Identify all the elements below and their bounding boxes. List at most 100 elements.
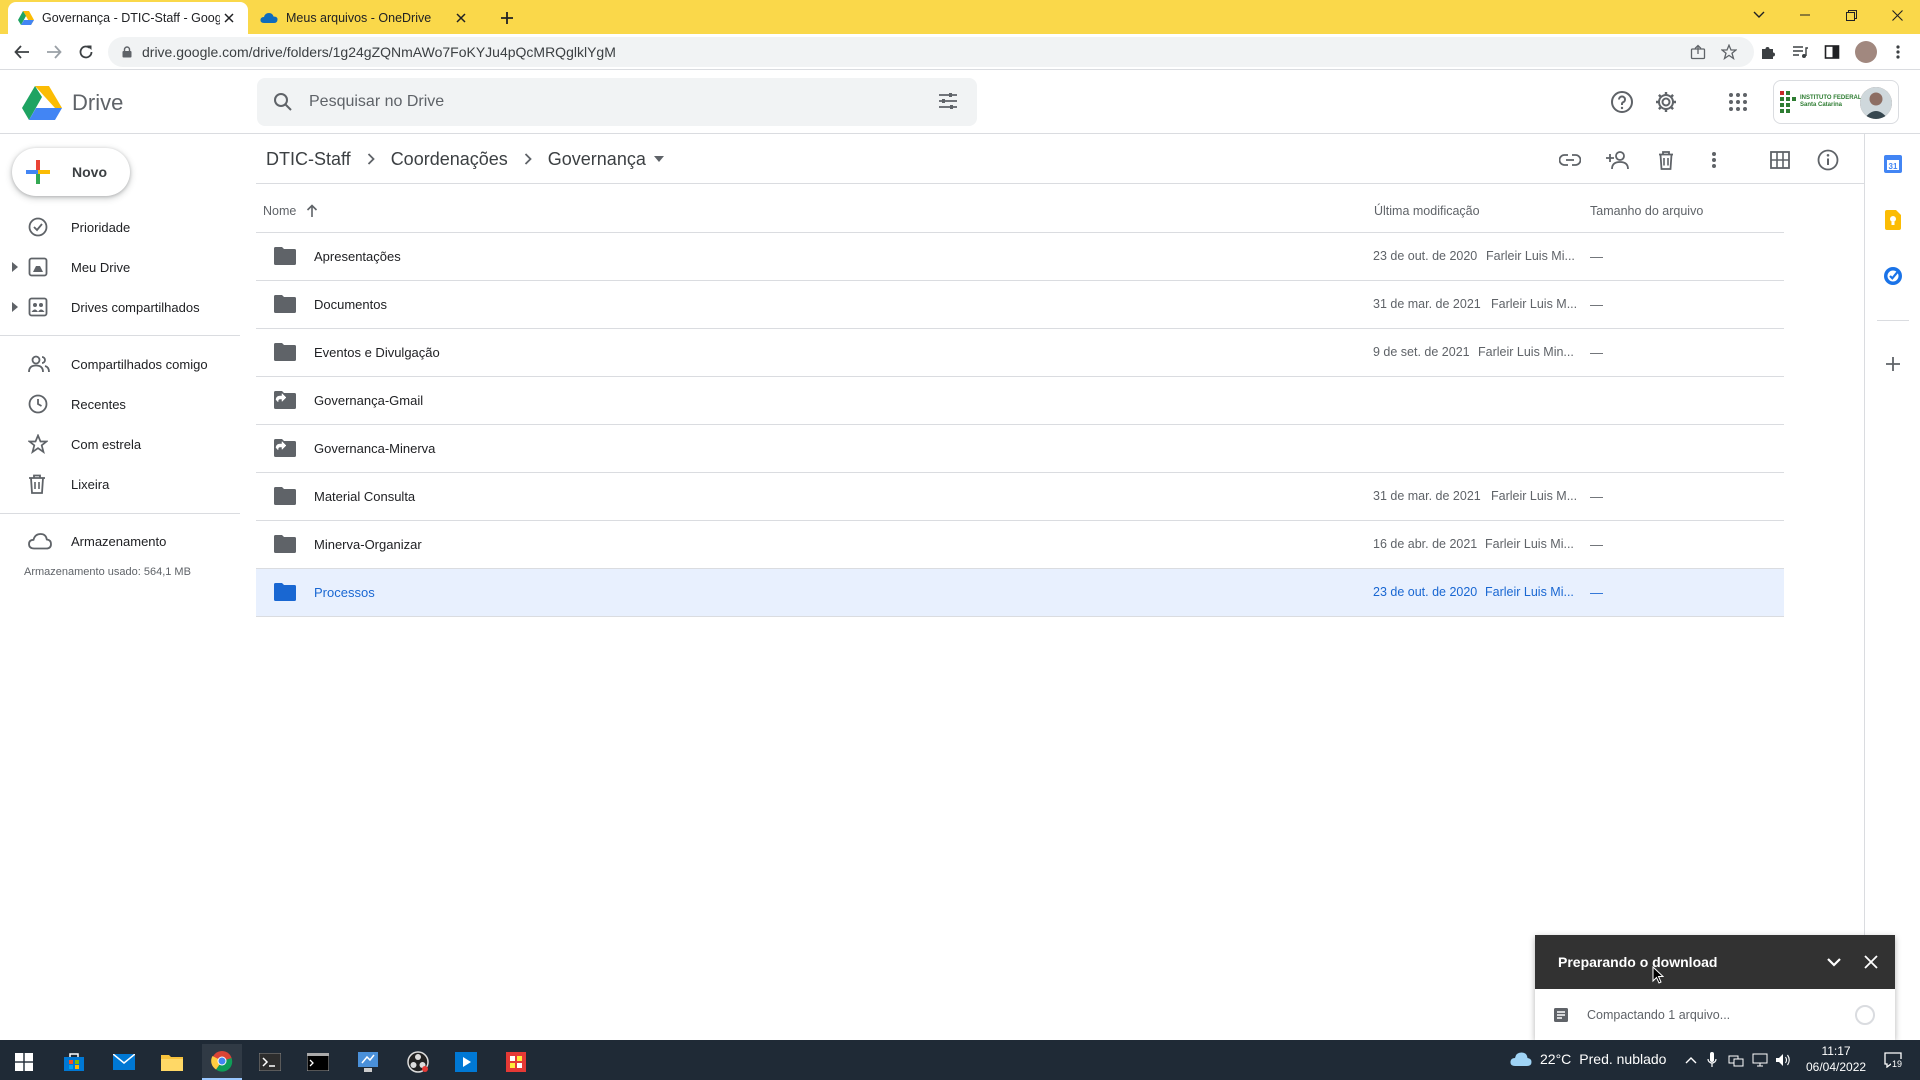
sidebar-item-compartilhados-comigo[interactable]: Compartilhados comigo	[0, 346, 240, 382]
account-button[interactable]: INSTITUTO FEDERAL Santa Catarina	[1773, 80, 1899, 124]
share-icon	[1690, 44, 1706, 60]
breadcrumb-current[interactable]: Governança	[548, 149, 646, 170]
settings-button[interactable]	[1652, 88, 1680, 116]
sidebar-item-label: Armazenamento	[71, 533, 167, 549]
google-apps-button[interactable]	[1724, 88, 1752, 116]
column-header-modified[interactable]: Última modificação	[1374, 204, 1480, 218]
tab-onedrive[interactable]: Meus arquivos - OneDrive	[250, 2, 480, 34]
share-button[interactable]	[1604, 146, 1632, 174]
search-icon[interactable]	[273, 92, 293, 112]
taskbar-remote-desktop[interactable]	[348, 1044, 388, 1080]
add-addon-icon[interactable]	[1883, 354, 1903, 374]
sidebar-item-com-estrela[interactable]: Com estrela	[0, 426, 240, 462]
microphone-icon[interactable]	[1704, 1052, 1720, 1068]
taskbar-mail[interactable]	[104, 1044, 144, 1080]
file-row[interactable]: Governança-Gmail	[256, 377, 1784, 425]
caret-down-icon[interactable]	[653, 156, 664, 162]
ethernet-icon[interactable]	[1752, 1052, 1768, 1068]
taskbar-file-explorer[interactable]	[152, 1044, 192, 1080]
file-row[interactable]: Processos 23 de out. de 2020 Farleir Luis …	[256, 569, 1784, 617]
file-row[interactable]: Apresentações 23 de out. de 2020 Farleir L…	[256, 233, 1784, 281]
taskbar-store[interactable]	[54, 1044, 94, 1080]
caret-right-icon[interactable]	[12, 302, 18, 312]
bookmark-button[interactable]	[1717, 40, 1741, 64]
taskbar-app[interactable]	[496, 1044, 536, 1080]
collapse-button[interactable]	[1822, 950, 1846, 974]
breadcrumb-item[interactable]: DTIC-Staff	[266, 149, 351, 170]
keep-icon[interactable]	[1883, 210, 1903, 230]
volume-icon[interactable]	[1775, 1052, 1791, 1068]
minimize-button[interactable]	[1782, 0, 1828, 30]
new-tab-button[interactable]	[496, 2, 522, 34]
calendar-icon[interactable]: 31	[1883, 154, 1903, 174]
sidebar-item-drives-compartilhados[interactable]: Drives compartilhados	[0, 289, 240, 325]
sidebar-item-armazenamento[interactable]: Armazenamento	[0, 523, 240, 559]
sidebar-item-recentes[interactable]: Recentes	[0, 386, 240, 422]
file-row[interactable]: Governanca-Minerva	[256, 425, 1784, 473]
chrome-icon	[211, 1051, 233, 1072]
column-header-name[interactable]: Nome	[263, 204, 318, 218]
trash-icon	[1659, 150, 1673, 170]
terminal-icon	[259, 1053, 281, 1071]
drive-logo[interactable]: Drive	[22, 86, 123, 120]
extensions-button[interactable]	[1756, 40, 1780, 64]
column-header-size[interactable]: Tamanho do arquivo	[1590, 204, 1703, 218]
tasks-icon[interactable]	[1883, 266, 1903, 286]
reload-button[interactable]	[74, 40, 98, 64]
start-button[interactable]	[4, 1044, 44, 1080]
sidebar-item-prioridade[interactable]: Prioridade	[0, 209, 240, 245]
network-icon[interactable]	[1728, 1052, 1744, 1068]
search-bar[interactable]	[257, 78, 977, 126]
close-button[interactable]	[1859, 950, 1883, 974]
taskbar-obs[interactable]	[398, 1044, 438, 1080]
taskbar-terminal[interactable]	[250, 1044, 290, 1080]
close-window-button[interactable]	[1874, 0, 1920, 30]
puzzle-icon	[1762, 47, 1775, 59]
notifications-button[interactable]: 19	[1880, 1052, 1906, 1069]
chevron-up-icon[interactable]	[1683, 1052, 1699, 1068]
file-row[interactable]: Minerva-Organizar 16 de abr. de 2021 Farle…	[256, 521, 1784, 569]
tab-search-button[interactable]	[1736, 0, 1782, 30]
file-row[interactable]: Documentos 31 de mar. de 2021 Farleir Luis…	[256, 281, 1784, 329]
taskbar-clock[interactable]: 11:17 06/04/2022	[1806, 1043, 1866, 1075]
breadcrumb-item[interactable]: Coordenações	[391, 149, 508, 170]
more-actions-button[interactable]	[1700, 146, 1728, 174]
taskbar-video-app[interactable]	[446, 1044, 486, 1080]
browser-menu-button[interactable]	[1886, 40, 1910, 64]
close-icon[interactable]	[220, 9, 238, 27]
google-drive-favicon-icon	[18, 11, 34, 25]
media-button[interactable]	[1788, 40, 1812, 64]
my-drive-icon	[28, 257, 48, 277]
address-bar[interactable]: drive.google.com/drive/folders/1g24gZQNm…	[108, 37, 1754, 67]
file-row[interactable]: Material Consulta 31 de mar. de 2021 Farle…	[256, 473, 1784, 521]
caret-right-icon[interactable]	[12, 262, 18, 272]
weather-widget[interactable]: 22°C Pred. nublado	[1510, 1051, 1666, 1067]
share-page-button[interactable]	[1686, 40, 1710, 64]
file-name: Documentos	[314, 297, 387, 312]
details-button[interactable]	[1814, 146, 1842, 174]
sidebar-item-label: Lixeira	[71, 476, 110, 492]
taskbar-cmd[interactable]	[298, 1044, 338, 1080]
sidebar-item-meu-drive[interactable]: Meu Drive	[0, 249, 240, 285]
folder-icon	[274, 583, 296, 601]
profile-button[interactable]	[1854, 40, 1878, 64]
back-button[interactable]	[10, 40, 34, 64]
side-panel-button[interactable]	[1820, 40, 1844, 64]
arrow-up-icon[interactable]	[306, 204, 318, 218]
search-options-icon[interactable]	[937, 90, 959, 112]
search-input[interactable]	[309, 93, 889, 111]
taskbar-chrome[interactable]	[202, 1044, 242, 1080]
new-button[interactable]: Novo	[12, 148, 130, 196]
delete-button[interactable]	[1652, 146, 1680, 174]
tab-title: Governança - DTIC-Staff - Googl	[42, 11, 220, 25]
file-row[interactable]: Eventos e Divulgação 9 de set. de 2021 Far…	[256, 329, 1784, 377]
restore-button[interactable]	[1828, 0, 1874, 30]
grid-view-button[interactable]	[1766, 146, 1794, 174]
get-link-button[interactable]	[1556, 146, 1584, 174]
sidebar-item-lixeira[interactable]: Lixeira	[0, 466, 240, 502]
support-button[interactable]	[1608, 88, 1636, 116]
tab-governanca[interactable]: Governança - DTIC-Staff - Googl	[8, 2, 248, 34]
forward-button[interactable]	[42, 40, 66, 64]
close-icon[interactable]	[452, 9, 470, 27]
file-owner: Farleir Luis Mi...	[1485, 585, 1574, 599]
